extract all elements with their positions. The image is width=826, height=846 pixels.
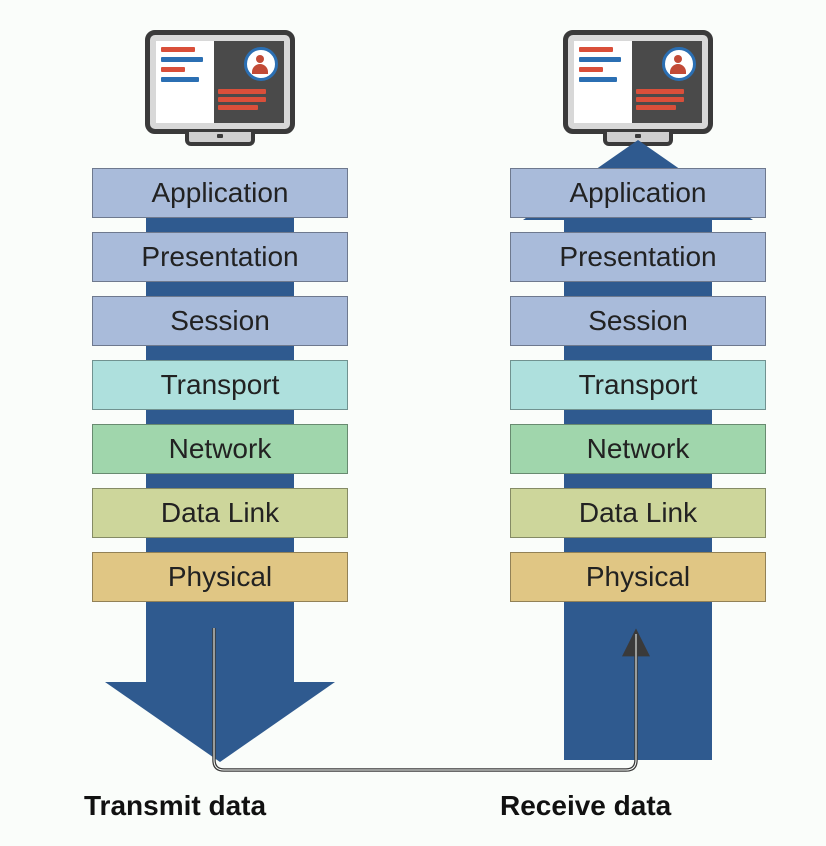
computer-icon bbox=[563, 30, 713, 146]
receive-layer-network: Network bbox=[510, 424, 766, 474]
receive-layers: Application Presentation Session Transport N… bbox=[510, 168, 766, 602]
transmit-caption: Transmit data bbox=[84, 790, 266, 822]
receive-caption: Receive data bbox=[500, 790, 671, 822]
transmit-layer-data-link: Data Link bbox=[92, 488, 348, 538]
receive-layer-presentation: Presentation bbox=[510, 232, 766, 282]
transmit-layer-session: Session bbox=[92, 296, 348, 346]
receive-layer-physical: Physical bbox=[510, 552, 766, 602]
transmit-layer-presentation: Presentation bbox=[92, 232, 348, 282]
transmit-layer-network: Network bbox=[92, 424, 348, 474]
receive-layer-data-link: Data Link bbox=[510, 488, 766, 538]
transmit-layer-transport: Transport bbox=[92, 360, 348, 410]
computer-icon bbox=[145, 30, 295, 146]
receive-layer-application: Application bbox=[510, 168, 766, 218]
receive-column: Application Presentation Session Transport N… bbox=[478, 0, 798, 616]
transmit-column: Application Presentation Session Transport N… bbox=[60, 0, 380, 616]
transmit-layer-physical: Physical bbox=[92, 552, 348, 602]
transmit-layer-application: Application bbox=[92, 168, 348, 218]
receive-layer-transport: Transport bbox=[510, 360, 766, 410]
receive-layer-session: Session bbox=[510, 296, 766, 346]
transmit-layers: Application Presentation Session Transport N… bbox=[92, 168, 348, 602]
